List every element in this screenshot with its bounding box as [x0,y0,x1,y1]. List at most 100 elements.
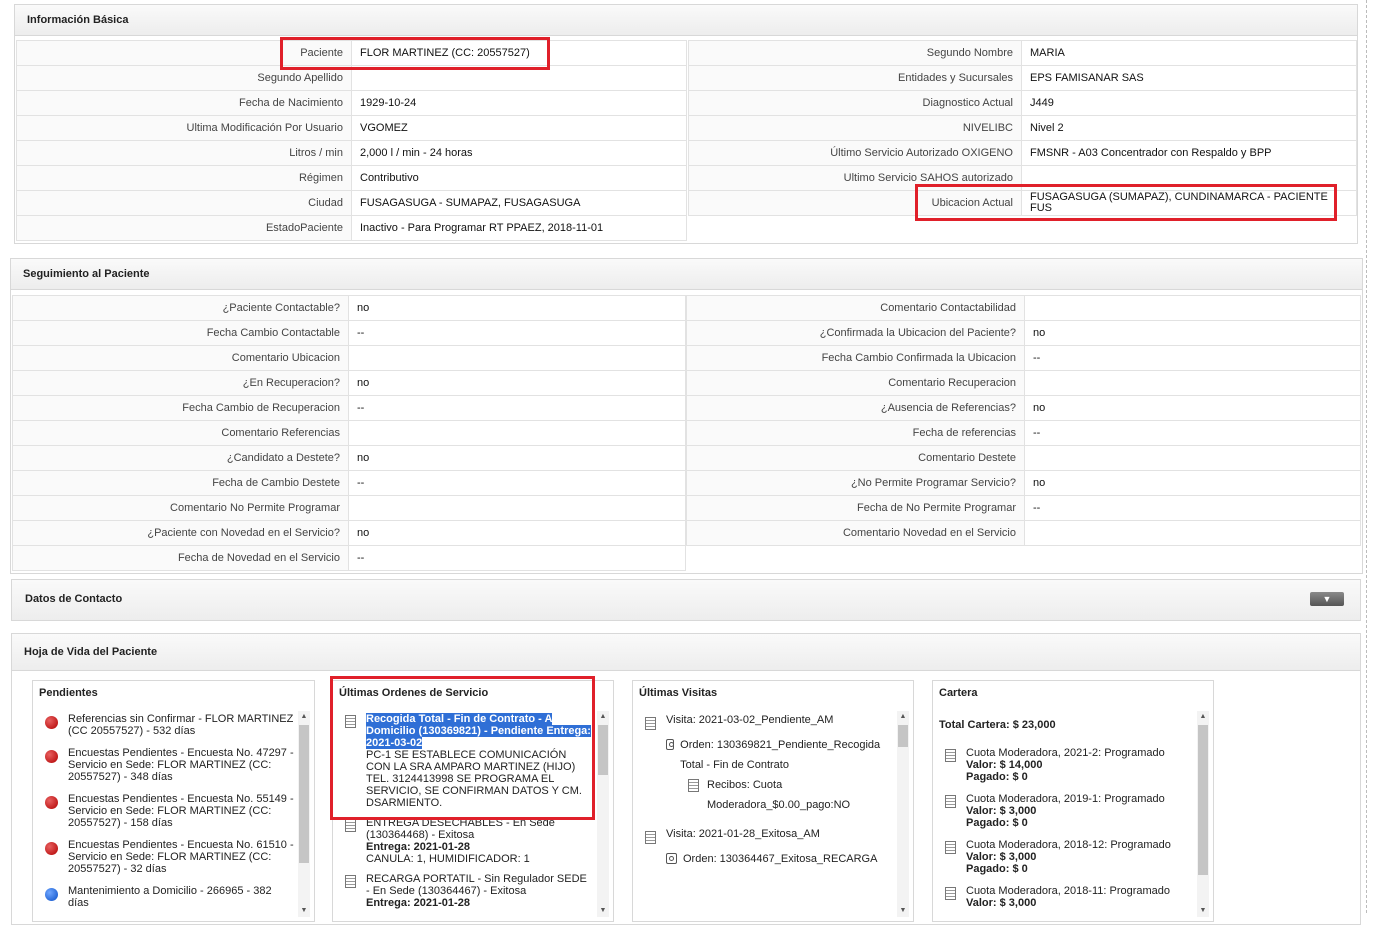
field-label: Régimen [16,165,352,191]
field-value: Nivel 2 [1021,115,1357,141]
field-value: -- [348,395,686,421]
ordenes-scrollbar[interactable]: ▲ ▼ [597,711,609,917]
field-row: ¿En Recuperacion? no [12,370,686,396]
field-value: FUSAGASUGA - SUMAPAZ, FUSAGASUGA [351,190,687,216]
page-divider [1366,0,1367,913]
field-label: EstadoPaciente [16,215,352,241]
pendiente-item[interactable]: Mantenimiento a Domicilio - 266965 - 382… [37,885,294,909]
field-value: J449 [1021,90,1357,116]
field-value: no [348,445,686,471]
scroll-down-icon[interactable]: ▼ [897,905,909,917]
pendiente-text: Encuestas Pendientes - Encuesta No. 4729… [68,747,294,783]
orden-entrega: Entrega: 2021-01-28 [366,841,470,853]
field-value [1024,295,1361,321]
cartera-title: Cuota Moderadora, 2018-11: Programado [966,885,1171,897]
field-value: -- [348,470,686,496]
contacto-panel[interactable]: Datos de Contacto ▼ [11,579,1361,621]
field-value: no [1024,470,1361,496]
field-row: Litros / min 2,000 l / min - 24 horas [16,140,687,166]
field-value: FMSNR - A03 Concentrador con Respaldo y … [1021,140,1357,166]
red-status-icon [45,750,58,763]
cartera-item[interactable]: Cuota Moderadora, 2018-12: Programado Val… [937,839,1193,875]
field-label: Comentario Novedad en el Servicio [686,520,1025,546]
pendientes-box: Pendientes Referencias sin Confirmar - F… [32,680,315,922]
field-row: Régimen Contributivo [16,165,687,191]
scroll-thumb[interactable] [898,725,908,747]
scroll-thumb[interactable] [299,725,309,863]
field-label: Entidades y Sucursales [688,65,1022,91]
scroll-up-icon[interactable]: ▲ [298,711,310,723]
scroll-thumb[interactable] [1198,725,1208,875]
field-value: -- [348,545,686,571]
field-row: Fecha de Cambio Destete -- [12,470,686,496]
field-row: Entidades y Sucursales EPS FAMISANAR SAS [688,65,1357,91]
highlight-paciente [280,37,550,70]
document-icon [645,831,656,844]
field-row: Fecha Cambio Confirmada la Ubicacion -- [686,345,1361,371]
field-row: Fecha de No Permite Programar -- [686,495,1361,521]
orden-item[interactable]: RECARGA PORTATIL - Sin Regulador SEDE - … [337,873,593,909]
scroll-thumb[interactable] [598,725,608,775]
document-icon [945,749,956,762]
field-value: -- [1024,420,1361,446]
field-row: ¿Paciente con Novedad en el Servicio? no [12,520,686,546]
scroll-down-icon[interactable]: ▼ [298,905,310,917]
document-icon [945,841,956,854]
field-row: ¿Confirmada la Ubicacion del Paciente? no [686,320,1361,346]
cartera-valor: Valor: $ 3,000 [966,805,1037,817]
field-row: Comentario Referencias [12,420,686,446]
cartera-item[interactable]: Cuota Moderadora, 2019-1: Programado Valo… [937,793,1193,829]
pendientes-scrollbar[interactable]: ▲ ▼ [298,711,310,917]
scroll-down-icon[interactable]: ▼ [1197,905,1209,917]
document-icon [345,819,356,832]
pendiente-item[interactable]: Encuestas Pendientes - Encuesta No. 4729… [37,747,294,783]
seguimiento-right-table: Comentario Contactabilidad ¿Confirmada la… [686,295,1361,546]
field-value: -- [1024,495,1361,521]
visita-item[interactable]: Visita: 2021-03-02_Pendiente_AM Orden: 1… [637,713,893,815]
scroll-down-icon[interactable]: ▼ [597,905,609,917]
cartera-item[interactable]: Cuota Moderadora, 2021-2: Programado Valo… [937,747,1193,783]
receipt-icon [688,779,699,792]
pendiente-item[interactable]: Encuestas Pendientes - Encuesta No. 5514… [37,793,294,829]
field-label: Comentario No Permite Programar [12,495,349,521]
cartera-valor: Valor: $ 3,000 [966,897,1037,909]
scroll-up-icon[interactable]: ▲ [597,711,609,723]
pendiente-text: Encuestas Pendientes - Encuesta No. 5514… [68,793,294,829]
cartera-list: Total Cartera: $ 23,000 Cuota Moderadora… [937,719,1193,919]
blue-status-icon [45,888,58,901]
visitas-title: Últimas Visitas [639,687,718,699]
field-row: EstadoPaciente Inactivo - Para Programar … [16,215,687,241]
field-value: no [1024,395,1361,421]
cartera-pagado: Pagado: $ 0 [966,817,1028,829]
field-value: no [348,520,686,546]
pendiente-item[interactable]: Encuestas Pendientes - Encuesta No. 6151… [37,839,294,875]
highlight-ubicacion [915,184,1337,221]
field-label: ¿Confirmada la Ubicacion del Paciente? [686,320,1025,346]
contacto-title: Datos de Contacto [25,593,123,605]
pendiente-text: Mantenimiento a Domicilio - 266965 - 382… [68,885,272,909]
visitas-scrollbar[interactable]: ▲ ▼ [897,711,909,917]
pendientes-list: Referencias sin Confirmar - FLOR MARTINE… [37,713,294,919]
field-value: no [348,370,686,396]
field-label: Comentario Ubicacion [12,345,349,371]
field-row: NIVELIBC Nivel 2 [688,115,1357,141]
field-value [1024,445,1361,471]
field-label: NIVELIBC [688,115,1022,141]
cartera-item[interactable]: Cuota Moderadora, 2018-11: Programado Val… [937,885,1193,909]
scroll-up-icon[interactable]: ▲ [897,711,909,723]
field-label: Litros / min [16,140,352,166]
field-row: Ciudad FUSAGASUGA - SUMAPAZ, FUSAGASUGA [16,190,687,216]
field-row: Comentario Novedad en el Servicio [686,520,1361,546]
cartera-scrollbar[interactable]: ▲ ▼ [1197,711,1209,917]
document-icon [345,875,356,888]
field-value: -- [348,320,686,346]
scroll-up-icon[interactable]: ▲ [1197,711,1209,723]
field-value: MARIA [1021,40,1357,66]
expand-contacto-button[interactable]: ▼ [1310,592,1344,606]
orden-item[interactable]: ENTREGA DESECHABLES - En Sede (130364468… [337,817,593,865]
field-label: Comentario Recuperacion [686,370,1025,396]
field-label: Fecha de referencias [686,420,1025,446]
visita-item[interactable]: Visita: 2021-01-28_Exitosa_AM Orden: 130… [637,827,893,869]
field-value: -- [1024,345,1361,371]
pendiente-item[interactable]: Referencias sin Confirmar - FLOR MARTINE… [37,713,294,737]
